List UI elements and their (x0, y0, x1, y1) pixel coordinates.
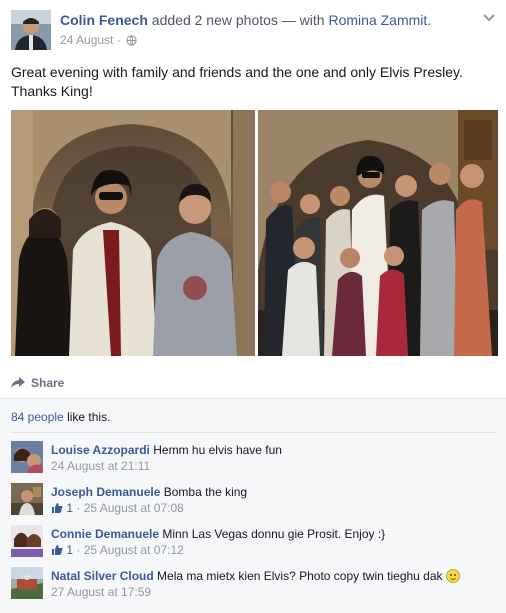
commenter-name-link[interactable]: Connie Demanuele (51, 527, 159, 541)
commenter-avatar[interactable] (11, 441, 43, 473)
comment-text: Hemm hu elvis have fun (153, 443, 282, 457)
photo-elvis-trio[interactable] (11, 110, 255, 356)
divider (11, 432, 496, 433)
smiley-icon (445, 569, 460, 583)
headline-end: . (427, 12, 432, 28)
post-meta: 24 August · (60, 33, 137, 49)
chevron-down-icon[interactable] (482, 12, 496, 24)
likes-suffix: like this. (67, 410, 111, 424)
share-label: Share (31, 376, 65, 390)
author-name-link[interactable]: Colin Fenech (60, 12, 148, 28)
comment-time-link[interactable]: 25 August at 07:08 (84, 501, 184, 515)
comment-meta: 27 August at 17:59 (51, 584, 491, 600)
comment-like-count: 1 (66, 543, 74, 557)
share-arrow-icon (11, 376, 31, 390)
thumbs-up-icon (51, 544, 63, 560)
meta-separator: · (76, 501, 81, 515)
comment: Connie Demanuele Minn Las Vegas donnu gi… (11, 525, 496, 565)
with-text: — with (281, 12, 325, 28)
commenter-name-link[interactable]: Joseph Demanuele (51, 485, 160, 499)
tagged-person-link[interactable]: Romina Zammit (328, 12, 427, 28)
comment-body: Connie Demanuele Minn Las Vegas donnu gi… (51, 526, 491, 560)
likes-count-link[interactable]: 84 people (11, 410, 64, 424)
comments-section: 84 people like this. Louise Azzopardi He… (0, 398, 506, 613)
globe-icon[interactable] (126, 35, 137, 49)
comment-time-link[interactable]: 24 August at 21:11 (51, 459, 150, 473)
comment: Natal Silver Cloud Mela ma mietx kien El… (11, 567, 496, 607)
photo-grid (11, 110, 498, 356)
comment-time-link[interactable]: 27 August at 17:59 (51, 585, 151, 599)
comment-text: Bomba the king (163, 485, 248, 499)
post-headline: Colin Fenech added 2 new photos — with R… (60, 12, 431, 28)
comment-text: Mela ma mietx kien Elvis? Photo copy twi… (157, 569, 443, 583)
post-header: Colin Fenech added 2 new photos — with R… (11, 10, 496, 50)
author-avatar[interactable] (11, 10, 51, 50)
comment-meta: 1 · 25 August at 07:12 (51, 542, 491, 560)
comment: Louise Azzopardi Hemm hu elvis have fun … (11, 441, 496, 481)
comment-body: Joseph Demanuele Bomba the king 1 · 25 A… (51, 484, 491, 518)
commenter-avatar[interactable] (11, 483, 43, 515)
commenter-avatar[interactable] (11, 525, 43, 557)
post-message: Great evening with family and friends an… (11, 64, 463, 99)
likes-summary: 84 people like this. (11, 410, 110, 424)
thumbs-up-icon (51, 502, 63, 518)
photo-group-elvis[interactable] (258, 110, 498, 356)
commenter-name-link[interactable]: Louise Azzopardi (51, 443, 150, 457)
comment-time-link[interactable]: 25 August at 07:12 (84, 543, 184, 557)
post-action-text: added 2 new photos (151, 12, 278, 28)
comment-likes[interactable]: 1 (51, 543, 73, 557)
meta-separator: · (116, 33, 121, 47)
post-date-link[interactable]: 24 August (60, 33, 113, 47)
comment-body: Natal Silver Cloud Mela ma mietx kien El… (51, 568, 491, 600)
comment-meta: 1 · 25 August at 07:08 (51, 500, 491, 518)
comment-text: Minn Las Vegas donnu gie Prosit. Enjoy :… (162, 527, 386, 541)
commenter-avatar[interactable] (11, 567, 43, 599)
commenter-name-link[interactable]: Natal Silver Cloud (51, 569, 154, 583)
comment-meta: 24 August at 21:11 (51, 458, 491, 474)
meta-separator: · (76, 543, 81, 557)
comment: Joseph Demanuele Bomba the king 1 · 25 A… (11, 483, 496, 523)
share-button[interactable]: Share (11, 376, 64, 390)
comment-body: Louise Azzopardi Hemm hu elvis have fun … (51, 442, 491, 474)
comment-likes[interactable]: 1 (51, 501, 73, 515)
comment-like-count: 1 (66, 501, 74, 515)
